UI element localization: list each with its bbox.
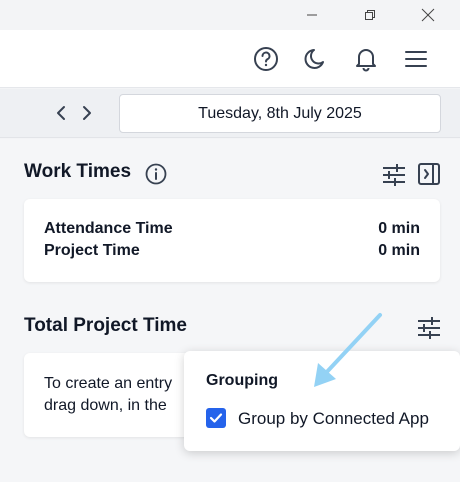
close-window-button[interactable] bbox=[398, 0, 458, 30]
grouping-settings-button[interactable] bbox=[416, 315, 442, 341]
help-icon bbox=[254, 47, 278, 71]
date-picker[interactable]: Tuesday, 8th July 2025 bbox=[119, 94, 441, 133]
attendance-time-label: Attendance Time bbox=[44, 220, 173, 237]
panel-collapse-icon bbox=[418, 163, 440, 185]
previous-day-button[interactable] bbox=[50, 101, 72, 125]
work-times-info-button[interactable] bbox=[145, 163, 167, 185]
restore-button[interactable] bbox=[340, 0, 400, 30]
attendance-time-value: 0 min bbox=[378, 220, 420, 237]
work-times-card: Attendance Time 0 min Project Time 0 min bbox=[24, 199, 440, 282]
menu-icon bbox=[405, 51, 427, 67]
project-time-value: 0 min bbox=[378, 242, 420, 259]
sliders-icon bbox=[418, 317, 440, 339]
project-time-label: Project Time bbox=[44, 242, 140, 259]
group-by-connected-app-checkbox[interactable] bbox=[206, 408, 226, 428]
bell-icon bbox=[356, 49, 376, 72]
menu-button[interactable] bbox=[399, 42, 433, 76]
hint-text-line-2: drag down, in the bbox=[44, 397, 167, 414]
next-day-button[interactable] bbox=[76, 101, 98, 125]
hint-text-line-1: To create an entry bbox=[44, 375, 173, 392]
sliders-icon bbox=[383, 164, 405, 186]
work-times-settings-button[interactable] bbox=[381, 162, 407, 188]
info-icon bbox=[145, 163, 167, 185]
chevron-right-icon bbox=[83, 106, 91, 120]
minimize-icon bbox=[307, 14, 317, 16]
checkmark-icon bbox=[209, 413, 223, 423]
help-button[interactable] bbox=[249, 42, 283, 76]
window-titlebar bbox=[0, 0, 460, 30]
moon-icon bbox=[304, 49, 324, 69]
date-navigation: Tuesday, 8th July 2025 bbox=[0, 89, 460, 138]
dark-mode-button[interactable] bbox=[299, 42, 333, 76]
toggle-side-panel-button[interactable] bbox=[417, 162, 441, 186]
restore-icon bbox=[365, 10, 375, 20]
app-header bbox=[0, 30, 460, 88]
notifications-button[interactable] bbox=[349, 42, 383, 76]
minimize-button[interactable] bbox=[282, 0, 342, 30]
work-times-title: Work Times bbox=[24, 161, 132, 182]
group-by-connected-app-label[interactable]: Group by Connected App bbox=[238, 409, 429, 429]
total-project-time-title: Total Project Time bbox=[24, 315, 187, 336]
annotation-arrow-icon bbox=[314, 313, 382, 387]
chevron-left-icon bbox=[57, 106, 65, 120]
close-icon bbox=[421, 8, 435, 22]
grouping-heading: Grouping bbox=[206, 372, 278, 389]
